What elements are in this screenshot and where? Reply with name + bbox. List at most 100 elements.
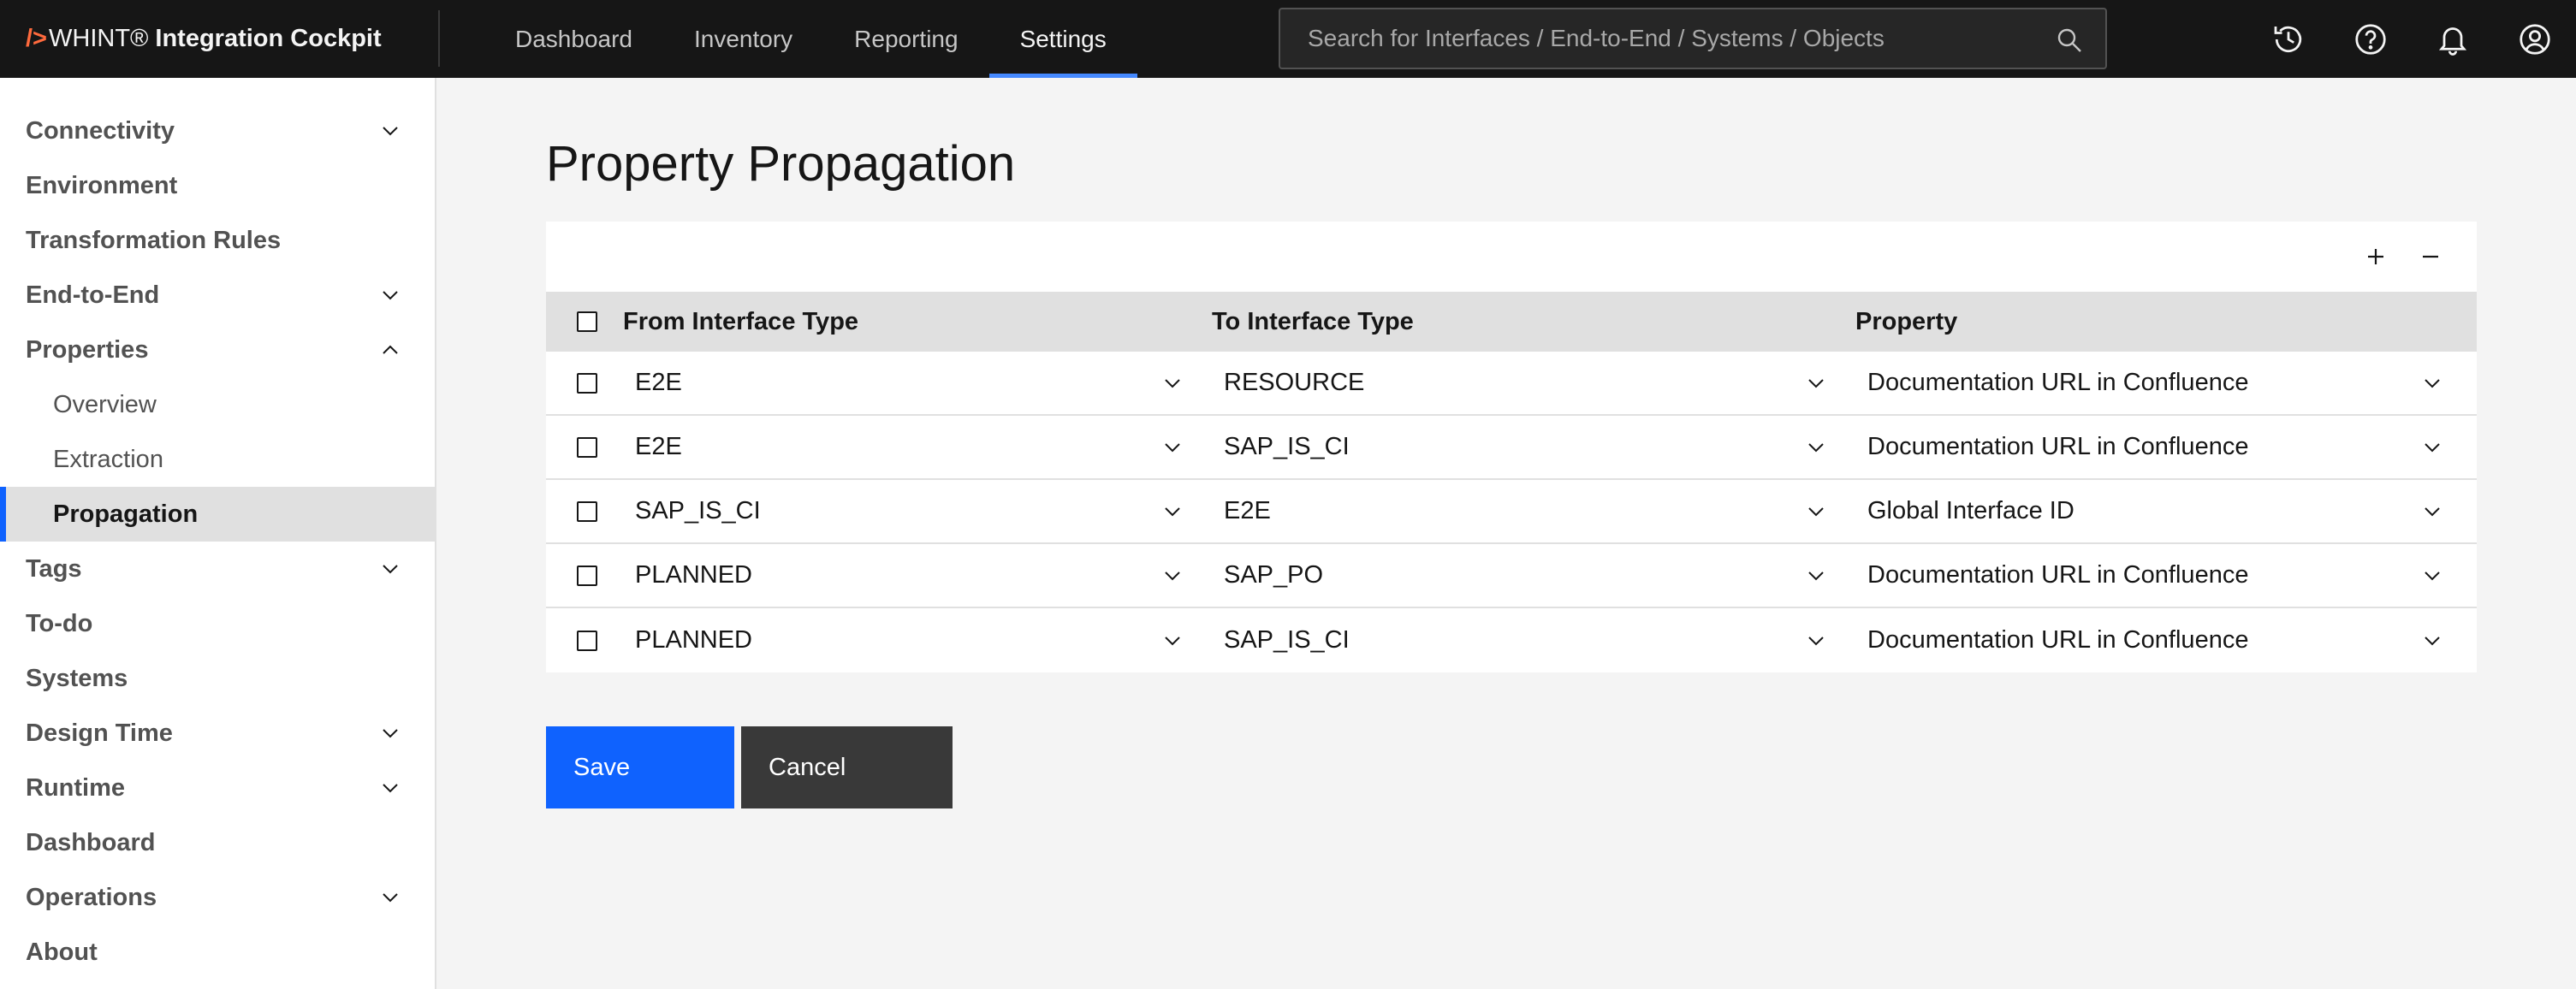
cancel-button[interactable]: Cancel — [741, 726, 953, 808]
chevron-down-icon — [1165, 571, 1180, 580]
page-title: Property Propagation — [546, 136, 1016, 192]
sidebar-item-label: About — [26, 938, 98, 966]
sidebar-item-overview[interactable]: Overview — [0, 377, 435, 432]
from-interface-type-select[interactable]: E2E — [628, 351, 1217, 415]
table-row: E2E RESOURCE Documentation URL in Conflu… — [546, 352, 2477, 416]
to-interface-type-select[interactable]: SAP_IS_CI — [1217, 415, 1861, 479]
sidebar-item-end-to-end[interactable]: End-to-End — [0, 268, 435, 323]
remove-row-button[interactable] — [2403, 229, 2458, 284]
row-select-cell — [546, 500, 628, 522]
chevron-down-icon — [2425, 636, 2440, 645]
select-all-checkbox[interactable] — [577, 311, 597, 332]
sidebar-item-design-time[interactable]: Design Time — [0, 706, 435, 761]
from-interface-type-select[interactable]: SAP_IS_CI — [628, 479, 1217, 543]
to-interface-type-select[interactable]: SAP_PO — [1217, 543, 1861, 607]
select-value: SAP_PO — [1224, 561, 1324, 589]
chevron-down-icon — [2425, 506, 2440, 516]
select-value: RESOURCE — [1224, 369, 1365, 396]
chevron-down-icon — [1165, 442, 1180, 452]
user-avatar-icon — [2520, 23, 2550, 55]
row-select-cell — [546, 372, 628, 394]
from-interface-type-select[interactable]: PLANNED — [628, 543, 1217, 607]
sidebar-item-to-do[interactable]: To-do — [0, 596, 435, 651]
nav-settings[interactable]: Settings — [988, 0, 1137, 78]
row-checkbox[interactable] — [577, 630, 597, 651]
notifications-button[interactable] — [2412, 0, 2494, 78]
brand-logo-mark: /> — [26, 24, 47, 52]
add-row-button[interactable] — [2348, 229, 2403, 284]
property-select[interactable]: Documentation URL in Confluence — [1861, 608, 2477, 672]
from-interface-type-select[interactable]: PLANNED — [628, 608, 1217, 672]
sidebar-item-connectivity[interactable]: Connectivity — [0, 104, 435, 158]
select-value: Documentation URL in Confluence — [1867, 626, 2249, 654]
chevron-down-icon — [1808, 636, 1824, 645]
sidebar-item-about[interactable]: About — [0, 925, 435, 980]
brand-name: WHINT® — [49, 24, 149, 52]
chevron-down-icon — [383, 127, 398, 136]
history-button[interactable] — [2247, 0, 2330, 78]
row-checkbox[interactable] — [577, 372, 597, 394]
app-brand[interactable]: /> WHINT® Integration Cockpit — [0, 10, 440, 67]
select-all-cell — [546, 311, 628, 332]
help-button[interactable] — [2330, 0, 2412, 78]
to-interface-type-select[interactable]: E2E — [1217, 479, 1861, 543]
select-value: E2E — [635, 433, 682, 460]
sidebar-item-label: Systems — [26, 664, 128, 692]
chevron-down-icon — [383, 291, 398, 300]
chevron-down-icon — [1165, 378, 1180, 388]
chevron-down-icon — [2425, 442, 2440, 452]
select-value: E2E — [635, 369, 682, 396]
brand-product: Integration Cockpit — [155, 24, 382, 52]
property-select[interactable]: Documentation URL in Confluence — [1861, 351, 2477, 415]
row-checkbox[interactable] — [577, 565, 597, 586]
history-icon — [2274, 26, 2302, 52]
top-nav: Dashboard Inventory Reporting Settings — [484, 0, 1137, 78]
nav-inventory[interactable]: Inventory — [663, 0, 823, 78]
chevron-down-icon — [383, 784, 398, 793]
property-select[interactable]: Global Interface ID — [1861, 479, 2477, 543]
sidebar-item-label: Overview — [53, 390, 157, 418]
nav-reporting[interactable]: Reporting — [823, 0, 988, 78]
sidebar-item-runtime[interactable]: Runtime — [0, 761, 435, 815]
nav-dashboard[interactable]: Dashboard — [484, 0, 663, 78]
search-icon[interactable] — [2056, 27, 2083, 54]
select-value: PLANNED — [635, 626, 752, 654]
table-row: PLANNED SAP_IS_CI Documentation URL in C… — [546, 608, 2477, 672]
sidebar-item-properties[interactable]: Properties — [0, 323, 435, 377]
table-header: From Interface Type To Interface Type Pr… — [546, 292, 2477, 352]
property-select[interactable]: Documentation URL in Confluence — [1861, 543, 2477, 607]
header-to-interface-type: To Interface Type — [1212, 307, 1414, 335]
select-value: Global Interface ID — [1867, 497, 2074, 524]
to-interface-type-select[interactable]: RESOURCE — [1217, 351, 1861, 415]
user-profile-button[interactable] — [2494, 0, 2576, 78]
sidebar-item-extraction[interactable]: Extraction — [0, 432, 435, 487]
sidebar-item-tags[interactable]: Tags — [0, 542, 435, 596]
chevron-down-icon — [1165, 636, 1180, 645]
row-checkbox[interactable] — [577, 436, 597, 458]
sidebar-item-dashboard[interactable]: Dashboard — [0, 815, 435, 870]
from-interface-type-select[interactable]: E2E — [628, 415, 1217, 479]
select-value: Documentation URL in Confluence — [1867, 369, 2249, 396]
chevron-down-icon — [1808, 506, 1824, 516]
save-button[interactable]: Save — [546, 726, 734, 808]
sidebar-item-environment[interactable]: Environment — [0, 158, 435, 213]
to-interface-type-select[interactable]: SAP_IS_CI — [1217, 608, 1861, 672]
notification-icon — [2438, 27, 2467, 56]
sidebar-item-label: Environment — [26, 171, 178, 199]
table-toolbar — [546, 222, 2477, 292]
chevron-down-icon — [2425, 378, 2440, 388]
property-select[interactable]: Documentation URL in Confluence — [1861, 415, 2477, 479]
sidebar-item-systems[interactable]: Systems — [0, 651, 435, 706]
row-checkbox[interactable] — [577, 500, 597, 522]
sidebar-item-propagation[interactable]: Propagation — [0, 487, 435, 542]
table-row: SAP_IS_CI E2E Global Interface ID — [546, 480, 2477, 544]
plus-icon — [2368, 249, 2383, 264]
sidebar-item-transformation-rules[interactable]: Transformation Rules — [0, 213, 435, 268]
top-header: /> WHINT® Integration Cockpit Dashboard … — [0, 0, 2576, 78]
select-value: SAP_IS_CI — [1224, 626, 1350, 654]
search-input[interactable] — [1308, 25, 2044, 52]
sidebar-item-operations[interactable]: Operations — [0, 870, 435, 925]
chevron-down-icon — [1808, 378, 1824, 388]
chevron-down-icon — [383, 565, 398, 574]
sidebar-item-label: Design Time — [26, 719, 173, 747]
